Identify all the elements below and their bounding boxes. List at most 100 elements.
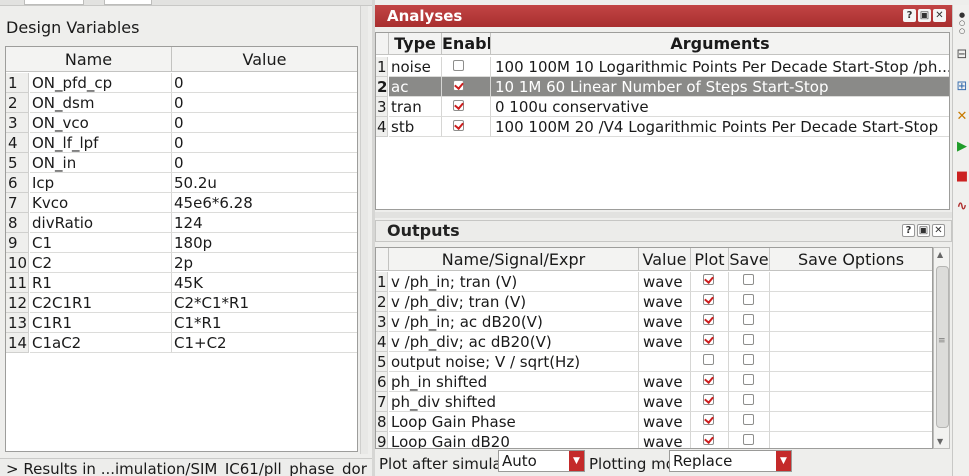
output-row[interactable]: 8 Loop Gain Phase wave (376, 412, 932, 432)
output-name[interactable]: output noise; V / sqrt(Hz) (389, 352, 639, 372)
variable-value[interactable]: C2*C1*R1 (172, 293, 357, 313)
analysis-type[interactable]: stb (389, 117, 442, 137)
design-variables-table[interactable]: Name Value 1 ON_pfd_cp 0 2 ON_dsm 0 3 ON_vco 0 4 O… (5, 46, 358, 452)
scroll-up-icon[interactable]: ▲ (937, 250, 943, 259)
variable-name[interactable]: ON_lf_lpf (30, 133, 172, 153)
variable-name[interactable]: C1aC2 (30, 333, 172, 353)
tool-icon[interactable]: ⊟ (955, 47, 969, 63)
column-header-name[interactable]: Name (6, 50, 171, 69)
output-name[interactable]: v /ph_div; ac dB20(V) (389, 332, 639, 352)
design-variable-row[interactable]: 1 ON_pfd_cp 0 (6, 73, 357, 93)
variable-name[interactable]: divRatio (30, 213, 172, 233)
design-variable-row[interactable]: 2 ON_dsm 0 (6, 93, 357, 113)
help-icon[interactable]: ? (903, 9, 916, 22)
design-variable-row[interactable]: 6 Icp 50.2u (6, 173, 357, 193)
save-options-cell[interactable] (770, 332, 932, 352)
design-variable-row[interactable]: 14 C1aC2 C1+C2 (6, 333, 357, 353)
save-checkbox[interactable] (743, 394, 754, 405)
save-options-cell[interactable] (770, 432, 932, 448)
netlist-icon[interactable]: ⊞ (955, 79, 969, 95)
output-row[interactable]: 4v /ph_div; ac dB20(V) wave (376, 332, 932, 352)
radio-options-icon[interactable]: ● ○ ○ (955, 11, 969, 35)
analysis-type[interactable]: ac (389, 77, 442, 97)
variable-value[interactable]: 50.2u (172, 173, 357, 193)
column-header-type[interactable]: Type (389, 33, 442, 55)
plot-checkbox[interactable] (703, 334, 714, 345)
variable-value[interactable]: 2p (172, 253, 357, 273)
plot-checkbox[interactable] (703, 434, 714, 445)
variable-value[interactable]: C1+C2 (172, 333, 357, 353)
output-name[interactable]: v /ph_in; ac dB20(V) (389, 312, 639, 332)
save-options-cell[interactable] (770, 312, 932, 332)
close-icon[interactable]: ✕ (932, 224, 945, 237)
design-variable-row[interactable]: 4 ON_lf_lpf 0 (6, 133, 357, 153)
plot-checkbox[interactable] (703, 314, 714, 325)
design-variable-row[interactable]: 12 C2C1R1 C2*C1*R1 (6, 293, 357, 313)
outputs-table[interactable]: Name/Signal/Expr Value Plot Save Save Op… (375, 247, 933, 449)
plot-checkbox[interactable] (703, 354, 714, 365)
save-options-cell[interactable] (770, 372, 932, 392)
save-options-cell[interactable] (770, 392, 932, 412)
design-variable-row[interactable]: 10 C2 2p (6, 253, 357, 273)
output-row[interactable]: 6 ph_in shifted wave (376, 372, 932, 392)
plot-after-simulation-select[interactable]: Auto ▼ (498, 450, 585, 472)
plot-checkbox[interactable] (703, 374, 714, 385)
save-checkbox[interactable] (743, 354, 754, 365)
run-icon[interactable]: ▶ (955, 139, 969, 155)
variable-value[interactable]: 45e6*6.28 (172, 193, 357, 213)
analysis-arguments[interactable]: 0 100u conservative (491, 97, 949, 117)
plot-checkbox[interactable] (703, 414, 714, 425)
outputs-scrollbar[interactable]: ▲ ≡ ▼ (933, 247, 950, 449)
scrollbar-thumb[interactable] (936, 266, 949, 428)
variable-name[interactable]: ON_pfd_cp (30, 73, 172, 93)
save-options-cell[interactable] (770, 292, 932, 312)
plotting-mode-select[interactable]: Replace ▼ (669, 450, 792, 472)
save-options-cell[interactable] (770, 352, 932, 372)
analysis-type[interactable]: tran (389, 97, 442, 117)
variable-name[interactable]: R1 (30, 273, 172, 293)
save-checkbox[interactable] (743, 314, 754, 325)
save-checkbox[interactable] (743, 334, 754, 345)
design-variable-row[interactable]: 9 C1 180p (6, 233, 357, 253)
variable-value[interactable]: C1*R1 (172, 313, 357, 333)
output-name[interactable]: ph_div shifted (389, 392, 639, 412)
enable-checkbox[interactable] (453, 120, 464, 131)
column-header-save[interactable]: Save (729, 248, 770, 271)
scroll-down-icon[interactable]: ▼ (937, 437, 943, 446)
variable-value[interactable]: 0 (172, 73, 357, 93)
dock-splitter[interactable] (375, 212, 952, 218)
enable-checkbox[interactable] (453, 100, 464, 111)
dropdown-arrow-icon[interactable]: ▼ (569, 451, 584, 471)
analysis-arguments[interactable]: 10 1M 60 Linear Number of Steps Start-St… (491, 77, 949, 97)
output-row[interactable]: 1v /ph_in; tran (V) wave (376, 272, 932, 292)
column-header-value[interactable]: Value (172, 50, 357, 69)
column-header-save-options[interactable]: Save Options (770, 248, 932, 271)
output-row[interactable]: 3v /ph_in; ac dB20(V) wave (376, 312, 932, 332)
plot-checkbox[interactable] (703, 294, 714, 305)
output-name[interactable]: v /ph_div; tran (V) (389, 292, 639, 312)
output-name[interactable]: ph_in shifted (389, 372, 639, 392)
variable-name[interactable]: ON_in (30, 153, 172, 173)
output-row[interactable]: 9 Loop Gain dB20 wave (376, 432, 932, 448)
output-name[interactable]: v /ph_in; tran (V) (389, 272, 639, 292)
variable-value[interactable]: 0 (172, 93, 357, 113)
output-row[interactable]: 7 ph_div shifted wave (376, 392, 932, 412)
variable-name[interactable]: C2C1R1 (30, 293, 172, 313)
design-variables-scrollbar[interactable] (360, 6, 368, 454)
float-window-icon[interactable]: ▣ (917, 224, 930, 237)
waveform-icon[interactable]: ∿ (955, 199, 969, 215)
design-variable-row[interactable]: 8 divRatio 124 (6, 213, 357, 233)
output-row[interactable]: 5 output noise; V / sqrt(Hz) (376, 352, 932, 372)
close-icon[interactable]: ✕ (933, 9, 946, 22)
variable-value[interactable]: 0 (172, 113, 357, 133)
enable-checkbox[interactable] (453, 80, 464, 91)
delete-icon[interactable]: ✕ (955, 109, 969, 125)
save-checkbox[interactable] (743, 414, 754, 425)
design-variables-tab[interactable] (24, 0, 84, 5)
analysis-arguments[interactable]: 100 100M 10 Logarithmic Points Per Decad… (491, 57, 949, 77)
analysis-row[interactable]: 2 ac 10 1M 60 Linear Number of Steps Start… (376, 77, 949, 97)
variable-value[interactable]: 0 (172, 133, 357, 153)
analyses-table[interactable]: Type Enable Arguments 1noise 100 100M 10 … (375, 32, 950, 210)
design-variable-row[interactable]: 5 ON_in 0 (6, 153, 357, 173)
stop-icon[interactable]: ■ (955, 169, 969, 185)
